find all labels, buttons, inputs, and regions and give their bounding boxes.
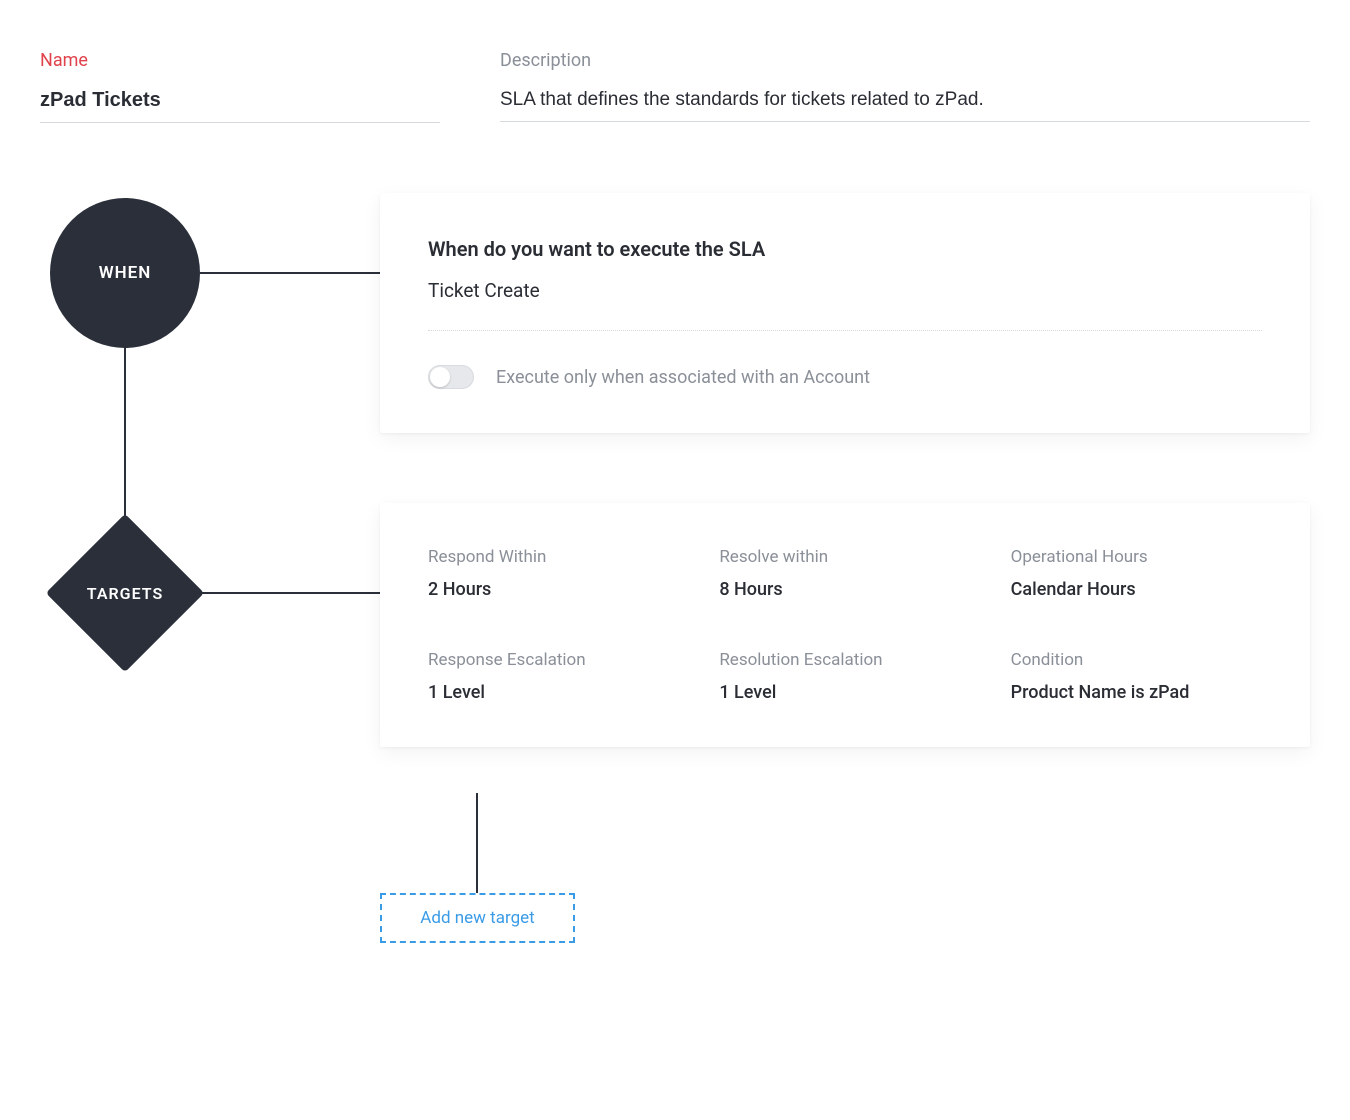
- connector-add-target-vertical: [476, 793, 478, 893]
- add-new-target-label: Add new target: [420, 908, 534, 928]
- sla-header: Name Description: [40, 50, 1310, 123]
- target-label: Respond Within: [428, 547, 679, 567]
- targets-card[interactable]: Respond Within 2 Hours Resolve within 8 …: [380, 503, 1310, 747]
- target-value: Product Name is zPad: [1011, 682, 1262, 703]
- target-cell-resolution-escalation: Resolution Escalation 1 Level: [719, 650, 970, 703]
- target-label: Resolve within: [719, 547, 970, 567]
- description-field-container: Description: [500, 50, 1310, 123]
- name-label: Name: [40, 50, 440, 71]
- target-label: Resolution Escalation: [719, 650, 970, 670]
- targets-node[interactable]: TARGETS: [50, 518, 200, 668]
- when-trigger-value[interactable]: Ticket Create: [428, 279, 1262, 331]
- target-value: 1 Level: [428, 682, 679, 703]
- target-value: 1 Level: [719, 682, 970, 703]
- target-label: Operational Hours: [1011, 547, 1262, 567]
- description-input[interactable]: [500, 83, 1310, 122]
- targets-grid: Respond Within 2 Hours Resolve within 8 …: [428, 547, 1262, 703]
- target-label: Response Escalation: [428, 650, 679, 670]
- when-card[interactable]: When do you want to execute the SLA Tick…: [380, 193, 1310, 433]
- name-field-container: Name: [40, 50, 440, 123]
- description-label: Description: [500, 50, 1310, 71]
- connector-targets-horizontal: [200, 592, 380, 594]
- target-cell-operational-hours: Operational Hours Calendar Hours: [1011, 547, 1262, 600]
- account-toggle-label: Execute only when associated with an Acc…: [496, 367, 870, 388]
- target-cell-resolve-within: Resolve within 8 Hours: [719, 547, 970, 600]
- target-cell-response-escalation: Response Escalation 1 Level: [428, 650, 679, 703]
- connector-when-horizontal: [200, 272, 380, 274]
- toggle-knob-icon: [430, 367, 450, 387]
- when-node-label: WHEN: [99, 263, 152, 283]
- target-value: 8 Hours: [719, 579, 970, 600]
- target-cell-respond-within: Respond Within 2 Hours: [428, 547, 679, 600]
- account-toggle-row: Execute only when associated with an Acc…: [428, 365, 1262, 389]
- account-toggle[interactable]: [428, 365, 474, 389]
- name-input[interactable]: [40, 83, 440, 123]
- add-new-target-button[interactable]: Add new target: [380, 893, 575, 943]
- when-card-title: When do you want to execute the SLA: [428, 237, 1262, 261]
- target-cell-condition: Condition Product Name is zPad: [1011, 650, 1262, 703]
- sla-flow-area: WHEN TARGETS When do you want to execute…: [40, 193, 1310, 1023]
- targets-node-label: TARGETS: [87, 584, 163, 603]
- target-value: Calendar Hours: [1011, 579, 1262, 600]
- target-label: Condition: [1011, 650, 1262, 670]
- target-value: 2 Hours: [428, 579, 679, 600]
- when-node[interactable]: WHEN: [50, 198, 200, 348]
